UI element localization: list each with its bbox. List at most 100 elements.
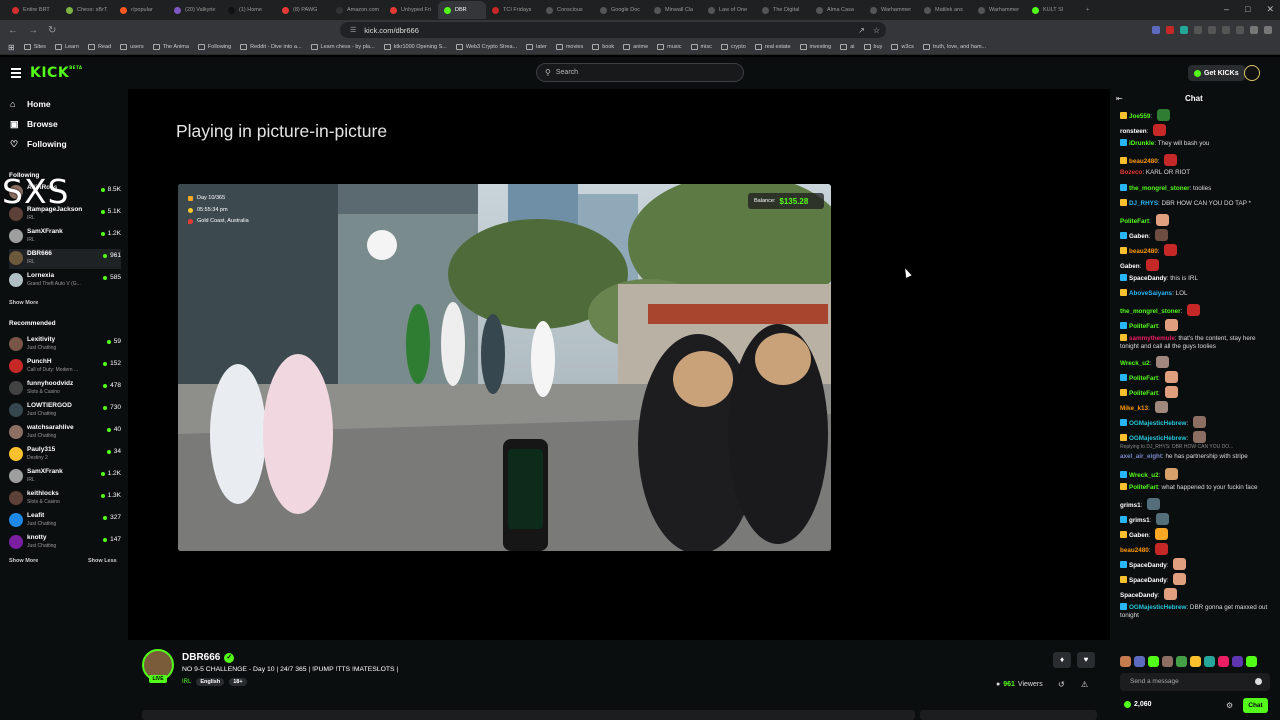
chat-username[interactable]: DJ_RHYS	[1129, 200, 1158, 207]
chat-username[interactable]: PoliteFart	[1129, 375, 1158, 382]
chat-username[interactable]: PoliteFart	[1129, 323, 1158, 330]
chat-username[interactable]: OGMajesticHebrew	[1129, 435, 1186, 442]
bookmark-item[interactable]: Learn	[54, 44, 79, 50]
extension-icon[interactable]	[1180, 26, 1188, 34]
notification-bell-button[interactable]: ♦	[1053, 652, 1071, 668]
browser-tab[interactable]: TCI Fridays	[486, 1, 540, 19]
apps-grid-icon[interactable]: ⊞	[8, 43, 15, 52]
emote-icon[interactable]	[1148, 656, 1159, 667]
show-less-recommended[interactable]: Show Less	[88, 558, 117, 564]
bookmark-item[interactable]: truth, love, and ham...	[922, 44, 986, 50]
show-more-recommended[interactable]: Show More	[9, 558, 38, 564]
minimize-icon[interactable]: –	[1224, 4, 1229, 15]
bookmark-item[interactable]: buy	[863, 44, 882, 50]
bookmark-item[interactable]: Following	[197, 44, 231, 50]
browser-tab[interactable]: r/popular	[114, 1, 168, 19]
bookmark-item[interactable]: crypto	[720, 44, 746, 50]
chat-username[interactable]: the_mongrel_stoner	[1129, 185, 1190, 192]
chat-username[interactable]: AboveSaiyans	[1129, 290, 1172, 297]
chat-username[interactable]: beau2480	[1129, 158, 1158, 165]
emote-icon[interactable]	[1218, 656, 1229, 667]
emote-icon[interactable]	[1176, 656, 1187, 667]
browser-tab[interactable]: Matilek ans	[918, 1, 972, 19]
chat-username[interactable]: sammythemule	[1129, 335, 1175, 342]
profile-icon[interactable]	[1250, 26, 1258, 34]
browser-tab[interactable]: KULT SI	[1026, 1, 1080, 19]
sidebar-channel[interactable]: DBR666 IRL 961	[9, 249, 121, 269]
maximize-icon[interactable]: □	[1245, 4, 1250, 15]
browser-tab[interactable]: Alma Casa	[810, 1, 864, 19]
emoji-picker-icon[interactable]	[1255, 678, 1262, 685]
kick-points[interactable]: 2,060	[1124, 701, 1152, 708]
extension-icon[interactable]	[1166, 26, 1174, 34]
chat-username[interactable]: iDrunkle	[1129, 140, 1154, 147]
browser-tab[interactable]: The Digital	[756, 1, 810, 19]
close-icon[interactable]: ✕	[1266, 4, 1274, 15]
video-player[interactable]	[178, 184, 831, 551]
get-kicks-button[interactable]: Get KICKs	[1188, 65, 1245, 81]
extension-icon[interactable]	[1222, 26, 1230, 34]
chat-username[interactable]: OGMajesticHebrew	[1129, 604, 1186, 611]
sidebar-channel[interactable]: keithlocks Slots & Casino 1.3K	[9, 489, 121, 509]
chat-username[interactable]: beau2480	[1129, 248, 1158, 255]
chat-username[interactable]: OGMajesticHebrew	[1129, 420, 1186, 427]
browser-tab[interactable]: Chess: sBrT	[60, 1, 114, 19]
stream-category[interactable]: IRL	[182, 679, 191, 685]
hamburger-menu-icon[interactable]	[11, 68, 21, 78]
sidebar-channel[interactable]: Leafit Just Chatting 327	[9, 511, 121, 531]
browser-tab[interactable]: Unhyped Fri	[384, 1, 438, 19]
new-tab-button[interactable]: +	[1080, 1, 1094, 19]
sidebar-channel[interactable]: LOWTIERGOD Just Chatting 730	[9, 401, 121, 421]
sidebar-channel[interactable]: knotty Just Chatting 147	[9, 533, 121, 553]
report-icon[interactable]: ⚠	[1081, 680, 1088, 689]
extension-icon[interactable]	[1194, 26, 1202, 34]
sidebar-channel[interactable]: SamXFrank IRL 1.2K	[9, 227, 121, 247]
forward-icon[interactable]: →	[28, 25, 38, 36]
extension-icon[interactable]	[1208, 26, 1216, 34]
chat-username[interactable]: SpaceDandy	[1129, 577, 1167, 584]
sidebar-channel[interactable]: watchsarahlive Just Chatting 40	[9, 423, 121, 443]
sidebar-channel[interactable]: Pauly315 Destiny 2 34	[9, 445, 121, 465]
browser-tab[interactable]: DBR	[438, 1, 486, 19]
browser-tab[interactable]: (8) PAWG	[276, 1, 330, 19]
browser-tab[interactable]: Amazon.com	[330, 1, 384, 19]
sidebar-nav-following[interactable]: ♡ Following	[10, 139, 67, 149]
bookmark-item[interactable]: movies	[555, 44, 583, 50]
back-icon[interactable]: ←	[8, 25, 18, 36]
emote-icon[interactable]	[1232, 656, 1243, 667]
chat-username[interactable]: Wreck_u2	[1120, 360, 1150, 367]
bookmark-item[interactable]: Sites	[23, 44, 46, 50]
reload-icon[interactable]: ↻	[48, 25, 56, 36]
send-chat-button[interactable]: Chat	[1243, 698, 1268, 713]
browser-tab[interactable]: Conscious	[540, 1, 594, 19]
chat-username[interactable]: Bozeco	[1120, 169, 1142, 176]
browser-tab[interactable]: Minwall Cla	[648, 1, 702, 19]
emote-icon[interactable]	[1134, 656, 1145, 667]
streamer-name[interactable]: DBR666 ✓	[182, 652, 235, 663]
browser-tab[interactable]: Entire BRT	[6, 1, 60, 19]
extension-icon[interactable]	[1152, 26, 1160, 34]
sidebar-channel[interactable]: Lexitivity Just Chatting 59	[9, 335, 121, 355]
kick-logo[interactable]: KICKBETA	[30, 65, 82, 81]
sidebar-nav-home[interactable]: ⌂ Home	[10, 99, 51, 109]
bookmark-item[interactable]: Read	[88, 44, 111, 50]
bookmark-item[interactable]: The Anima	[152, 44, 189, 50]
chat-username[interactable]: Gaben	[1129, 532, 1149, 539]
menu-icon[interactable]	[1264, 26, 1272, 34]
bookmark-item[interactable]: misc	[690, 44, 712, 50]
bookmark-item[interactable]: ktkr1000 Opening S...	[383, 44, 447, 50]
sidebar-channel[interactable]: funnyhoodvidz Slots & Casino 478	[9, 379, 121, 399]
site-info-icon[interactable]: ☰	[350, 26, 356, 34]
bookmark-item[interactable]: investing	[799, 44, 831, 50]
chat-username[interactable]: Joe559	[1129, 113, 1150, 120]
emote-icon[interactable]	[1204, 656, 1215, 667]
chat-username[interactable]: SpaceDandy	[1129, 562, 1167, 569]
share-icon[interactable]: ↺	[1058, 680, 1065, 689]
extension-icon[interactable]	[1236, 26, 1244, 34]
bookmark-item[interactable]: anime	[623, 44, 648, 50]
bookmark-item[interactable]: later	[526, 44, 547, 50]
bookmark-item[interactable]: book	[592, 44, 614, 50]
chat-username[interactable]: ronsteen	[1120, 128, 1147, 135]
chat-username[interactable]: the_mongrel_stoner	[1120, 308, 1181, 315]
bookmark-item[interactable]: w3cs	[891, 44, 914, 50]
